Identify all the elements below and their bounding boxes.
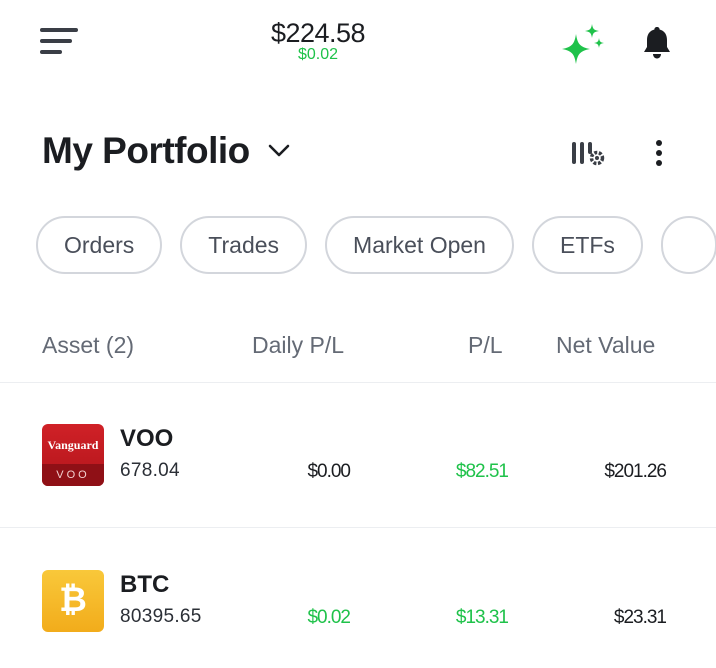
vanguard-logo: Vanguard VOO bbox=[42, 424, 104, 486]
notification-bell-icon[interactable] bbox=[638, 24, 676, 62]
page-title: My Portfolio bbox=[42, 130, 250, 171]
asset-price: 678.04 bbox=[120, 460, 180, 481]
chip-more[interactable] bbox=[660, 216, 716, 274]
table-row[interactable]: ₿ BTC 80395.65 $0.02 $13.31 $23.31 bbox=[0, 528, 716, 668]
daily-pl-value: $0.00 bbox=[307, 461, 351, 482]
asset-symbol: VOO bbox=[120, 425, 174, 452]
sparkle-icon[interactable] bbox=[558, 22, 606, 66]
balance-change: $0.02 bbox=[297, 46, 339, 63]
table-row[interactable]: Vanguard VOO VOO 678.04 $0.00 $82.51 $20… bbox=[0, 383, 716, 526]
chip-market-open[interactable]: Market Open bbox=[325, 216, 514, 274]
net-value: $201.26 bbox=[604, 461, 667, 482]
chip-orders[interactable]: Orders bbox=[36, 216, 163, 274]
column-header-net-value[interactable]: Net Value bbox=[556, 332, 655, 359]
more-vertical-icon[interactable] bbox=[648, 136, 670, 172]
column-header-asset[interactable]: Asset (2) bbox=[42, 332, 134, 359]
pl-value: $13.31 bbox=[455, 607, 509, 628]
pl-value: $82.51 bbox=[455, 461, 509, 482]
net-value: $23.31 bbox=[613, 607, 667, 628]
hamburger-menu-icon[interactable] bbox=[40, 26, 80, 56]
portfolio-balance: $224.58 $0.02 bbox=[230, 18, 406, 64]
column-header-pl[interactable]: P/L bbox=[468, 332, 503, 359]
column-settings-icon[interactable] bbox=[568, 138, 610, 172]
chip-trades[interactable]: Trades bbox=[180, 216, 308, 274]
chip-etfs[interactable]: ETFs bbox=[531, 216, 643, 274]
portfolio-selector[interactable]: My Portfolio bbox=[42, 130, 290, 172]
asset-symbol: BTC bbox=[120, 571, 170, 598]
bitcoin-logo: ₿ bbox=[42, 570, 104, 632]
balance-amount: $224.58 bbox=[270, 18, 366, 48]
asset-price: 80395.65 bbox=[120, 606, 202, 627]
filter-chips: Orders Trades Market Open ETFs bbox=[36, 216, 716, 274]
column-header-daily-pl[interactable]: Daily P/L bbox=[252, 332, 344, 359]
daily-pl-value: $0.02 bbox=[307, 607, 351, 628]
chevron-down-icon bbox=[268, 144, 290, 157]
